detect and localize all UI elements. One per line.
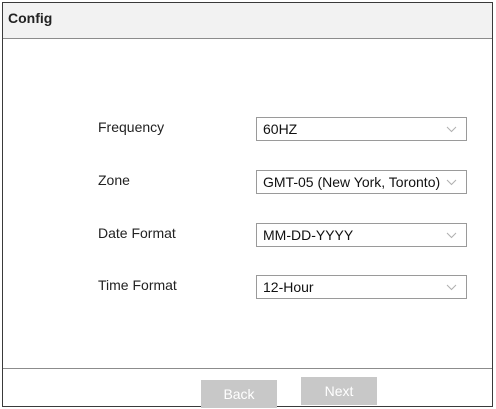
zone-label: Zone <box>98 172 130 188</box>
zone-select[interactable]: GMT-05 (New York, Toronto) <box>256 170 467 194</box>
chevron-down-icon <box>445 123 458 136</box>
config-dialog: Config Frequency 60HZ Zone GMT-05 (New Y… <box>2 2 493 408</box>
dialog-titlebar: Config <box>3 3 492 39</box>
date-format-row: Date Format MM-DD-YYYY <box>3 223 492 247</box>
date-format-label: Date Format <box>98 225 176 241</box>
frequency-select[interactable]: 60HZ <box>256 117 467 141</box>
frequency-label: Frequency <box>98 119 165 135</box>
chevron-down-icon <box>445 176 458 189</box>
next-button[interactable]: Next <box>301 377 377 405</box>
zone-value: GMT-05 (New York, Toronto) <box>263 174 441 190</box>
time-format-label: Time Format <box>98 277 177 293</box>
zone-row: Zone GMT-05 (New York, Toronto) <box>3 170 492 194</box>
time-format-row: Time Format 12-Hour <box>3 275 492 299</box>
dialog-title: Config <box>8 10 53 26</box>
frequency-row: Frequency 60HZ <box>3 117 492 141</box>
time-format-select[interactable]: 12-Hour <box>256 275 467 299</box>
back-button[interactable]: Back <box>201 380 277 408</box>
dialog-footer: Back Next <box>3 368 492 408</box>
date-format-value: MM-DD-YYYY <box>263 227 354 243</box>
date-format-select[interactable]: MM-DD-YYYY <box>256 223 467 247</box>
time-format-value: 12-Hour <box>263 279 314 295</box>
frequency-value: 60HZ <box>263 121 298 137</box>
chevron-down-icon <box>445 229 458 242</box>
chevron-down-icon <box>445 281 458 294</box>
